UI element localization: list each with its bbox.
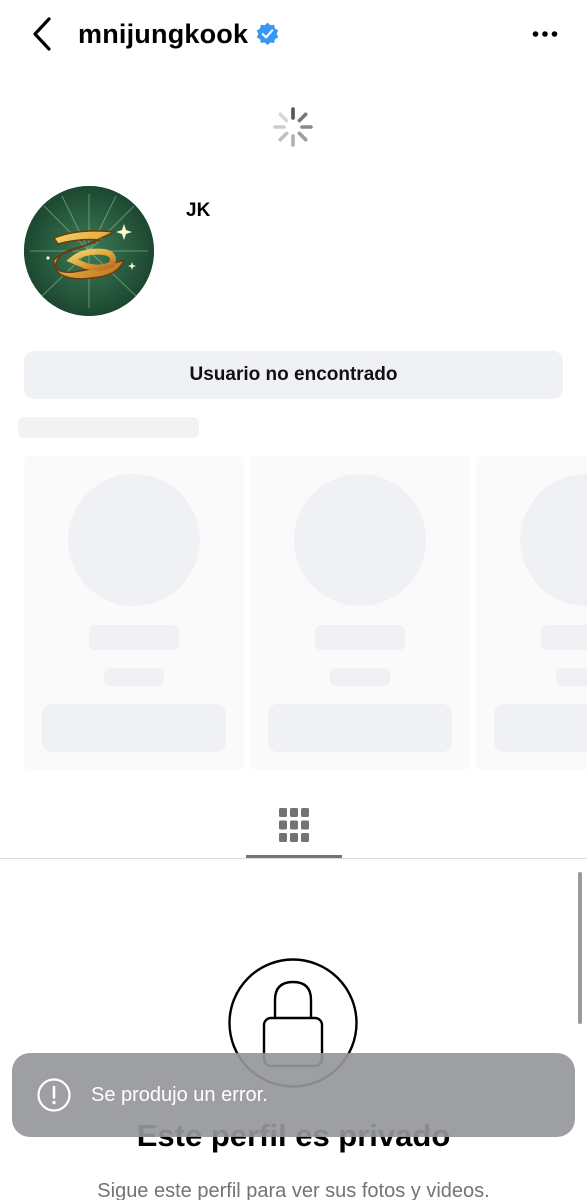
tab-divider <box>0 858 587 859</box>
tab-posts-grid[interactable] <box>246 796 342 858</box>
avatar-logo <box>24 186 154 316</box>
skeleton-avatar <box>294 474 426 606</box>
skeleton-follow-button <box>42 704 226 752</box>
alert-circle-icon <box>37 1078 71 1112</box>
scrollbar[interactable] <box>578 872 582 1024</box>
skeleton-subtitle <box>104 668 164 686</box>
more-horizontal-icon <box>532 31 558 37</box>
more-options-button[interactable] <box>520 14 570 54</box>
profile-avatar[interactable] <box>24 186 154 316</box>
suggestion-card-skeleton <box>24 456 244 770</box>
profile-screen: mnijungkook JK Usuario no encontrado Sig… <box>0 0 587 1200</box>
skeleton-name <box>315 625 405 650</box>
skeleton-name <box>541 625 587 650</box>
chevron-left-icon <box>33 17 51 51</box>
profile-username-wrap: mnijungkook <box>78 14 280 54</box>
skeleton-follow-button <box>494 704 587 752</box>
spinner-icon <box>273 107 313 147</box>
back-button[interactable] <box>22 12 62 56</box>
user-not-found-button[interactable]: Usuario no encontrado <box>24 351 563 399</box>
skeleton-subtitle <box>556 668 587 686</box>
skeleton-name <box>89 625 179 650</box>
skeleton-avatar <box>68 474 200 606</box>
top-nav-bar: mnijungkook <box>0 0 587 70</box>
verified-badge-icon <box>256 22 279 45</box>
skeleton-avatar <box>520 474 587 606</box>
suggestion-card-skeleton <box>250 456 470 770</box>
grid-icon <box>279 808 309 842</box>
private-profile-subtitle: Sigue este perfil para ver sus fotos y v… <box>97 1180 490 1200</box>
suggestions-title-skeleton <box>18 417 199 438</box>
profile-username: mnijungkook <box>78 18 249 49</box>
toast-message: Se produjo un error. <box>91 1083 268 1106</box>
suggestion-card-skeleton <box>476 456 587 770</box>
skeleton-subtitle <box>330 668 390 686</box>
error-toast: Se produjo un error. <box>12 1053 575 1137</box>
skeleton-follow-button <box>268 704 452 752</box>
profile-display-name: JK <box>186 200 211 221</box>
